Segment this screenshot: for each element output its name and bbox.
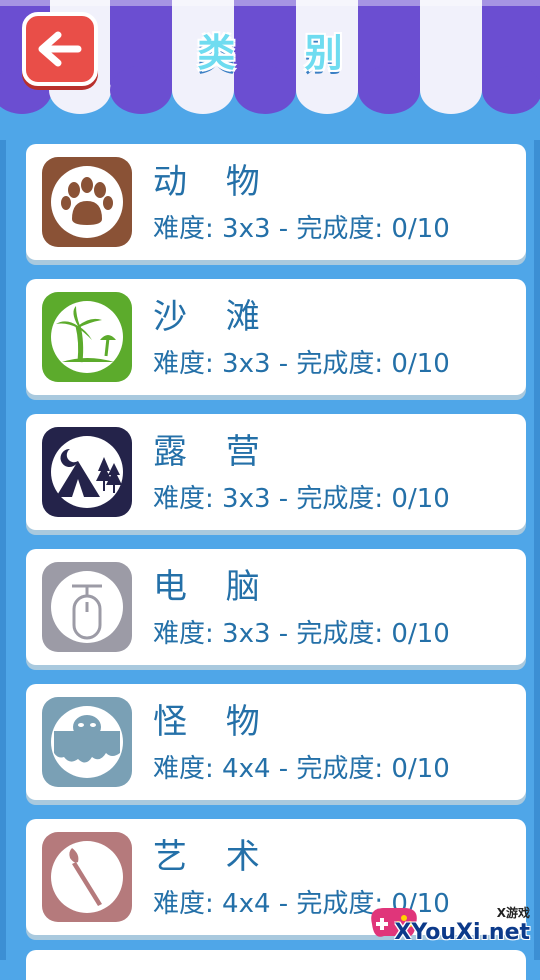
palm-tree-icon <box>42 292 132 382</box>
category-card-beach[interactable]: 沙 滩 难度: 3x3 - 完成度: 0/10 <box>26 279 526 395</box>
monster-icon <box>42 697 132 787</box>
category-info: 难度: 3x3 - 完成度: 0/10 <box>153 349 450 379</box>
category-name: 电 脑 <box>153 567 274 607</box>
category-info: 难度: 3x3 - 完成度: 0/10 <box>153 214 450 244</box>
category-name: 艺 术 <box>153 837 274 877</box>
category-list[interactable]: 动 物 难度: 3x3 - 完成度: 0/10 沙 滩 难度: 3x3 - 完成… <box>0 140 540 980</box>
paintbrush-icon <box>42 832 132 922</box>
category-name: 沙 滩 <box>153 297 274 337</box>
category-name: 露 营 <box>153 432 274 472</box>
category-card-computer[interactable]: 电 脑 难度: 3x3 - 完成度: 0/10 <box>26 549 526 665</box>
category-card-camping[interactable]: 露 营 难度: 3x3 - 完成度: 0/10 <box>26 414 526 530</box>
category-info: 难度: 4x4 - 完成度: 0/10 <box>153 754 450 784</box>
category-name: 动 物 <box>153 162 274 202</box>
watermark-small-text: X游戏 <box>496 906 530 920</box>
category-info: 难度: 3x3 - 完成度: 0/10 <box>153 619 450 649</box>
header: 类 别 <box>0 0 540 120</box>
category-info: 难度: 3x3 - 完成度: 0/10 <box>153 484 450 514</box>
category-card-monster[interactable]: 怪 物 难度: 4x4 - 完成度: 0/10 <box>26 684 526 800</box>
page-title: 类 别 <box>197 31 371 75</box>
paw-icon <box>42 157 132 247</box>
watermark-text: XYouXi.net <box>394 920 530 945</box>
category-card-animals[interactable]: 动 物 难度: 3x3 - 完成度: 0/10 <box>26 144 526 260</box>
computer-mouse-icon <box>42 562 132 652</box>
watermark: X游戏 XYouXi.net <box>362 880 540 960</box>
category-name: 怪 物 <box>153 702 274 742</box>
tent-icon <box>42 427 132 517</box>
